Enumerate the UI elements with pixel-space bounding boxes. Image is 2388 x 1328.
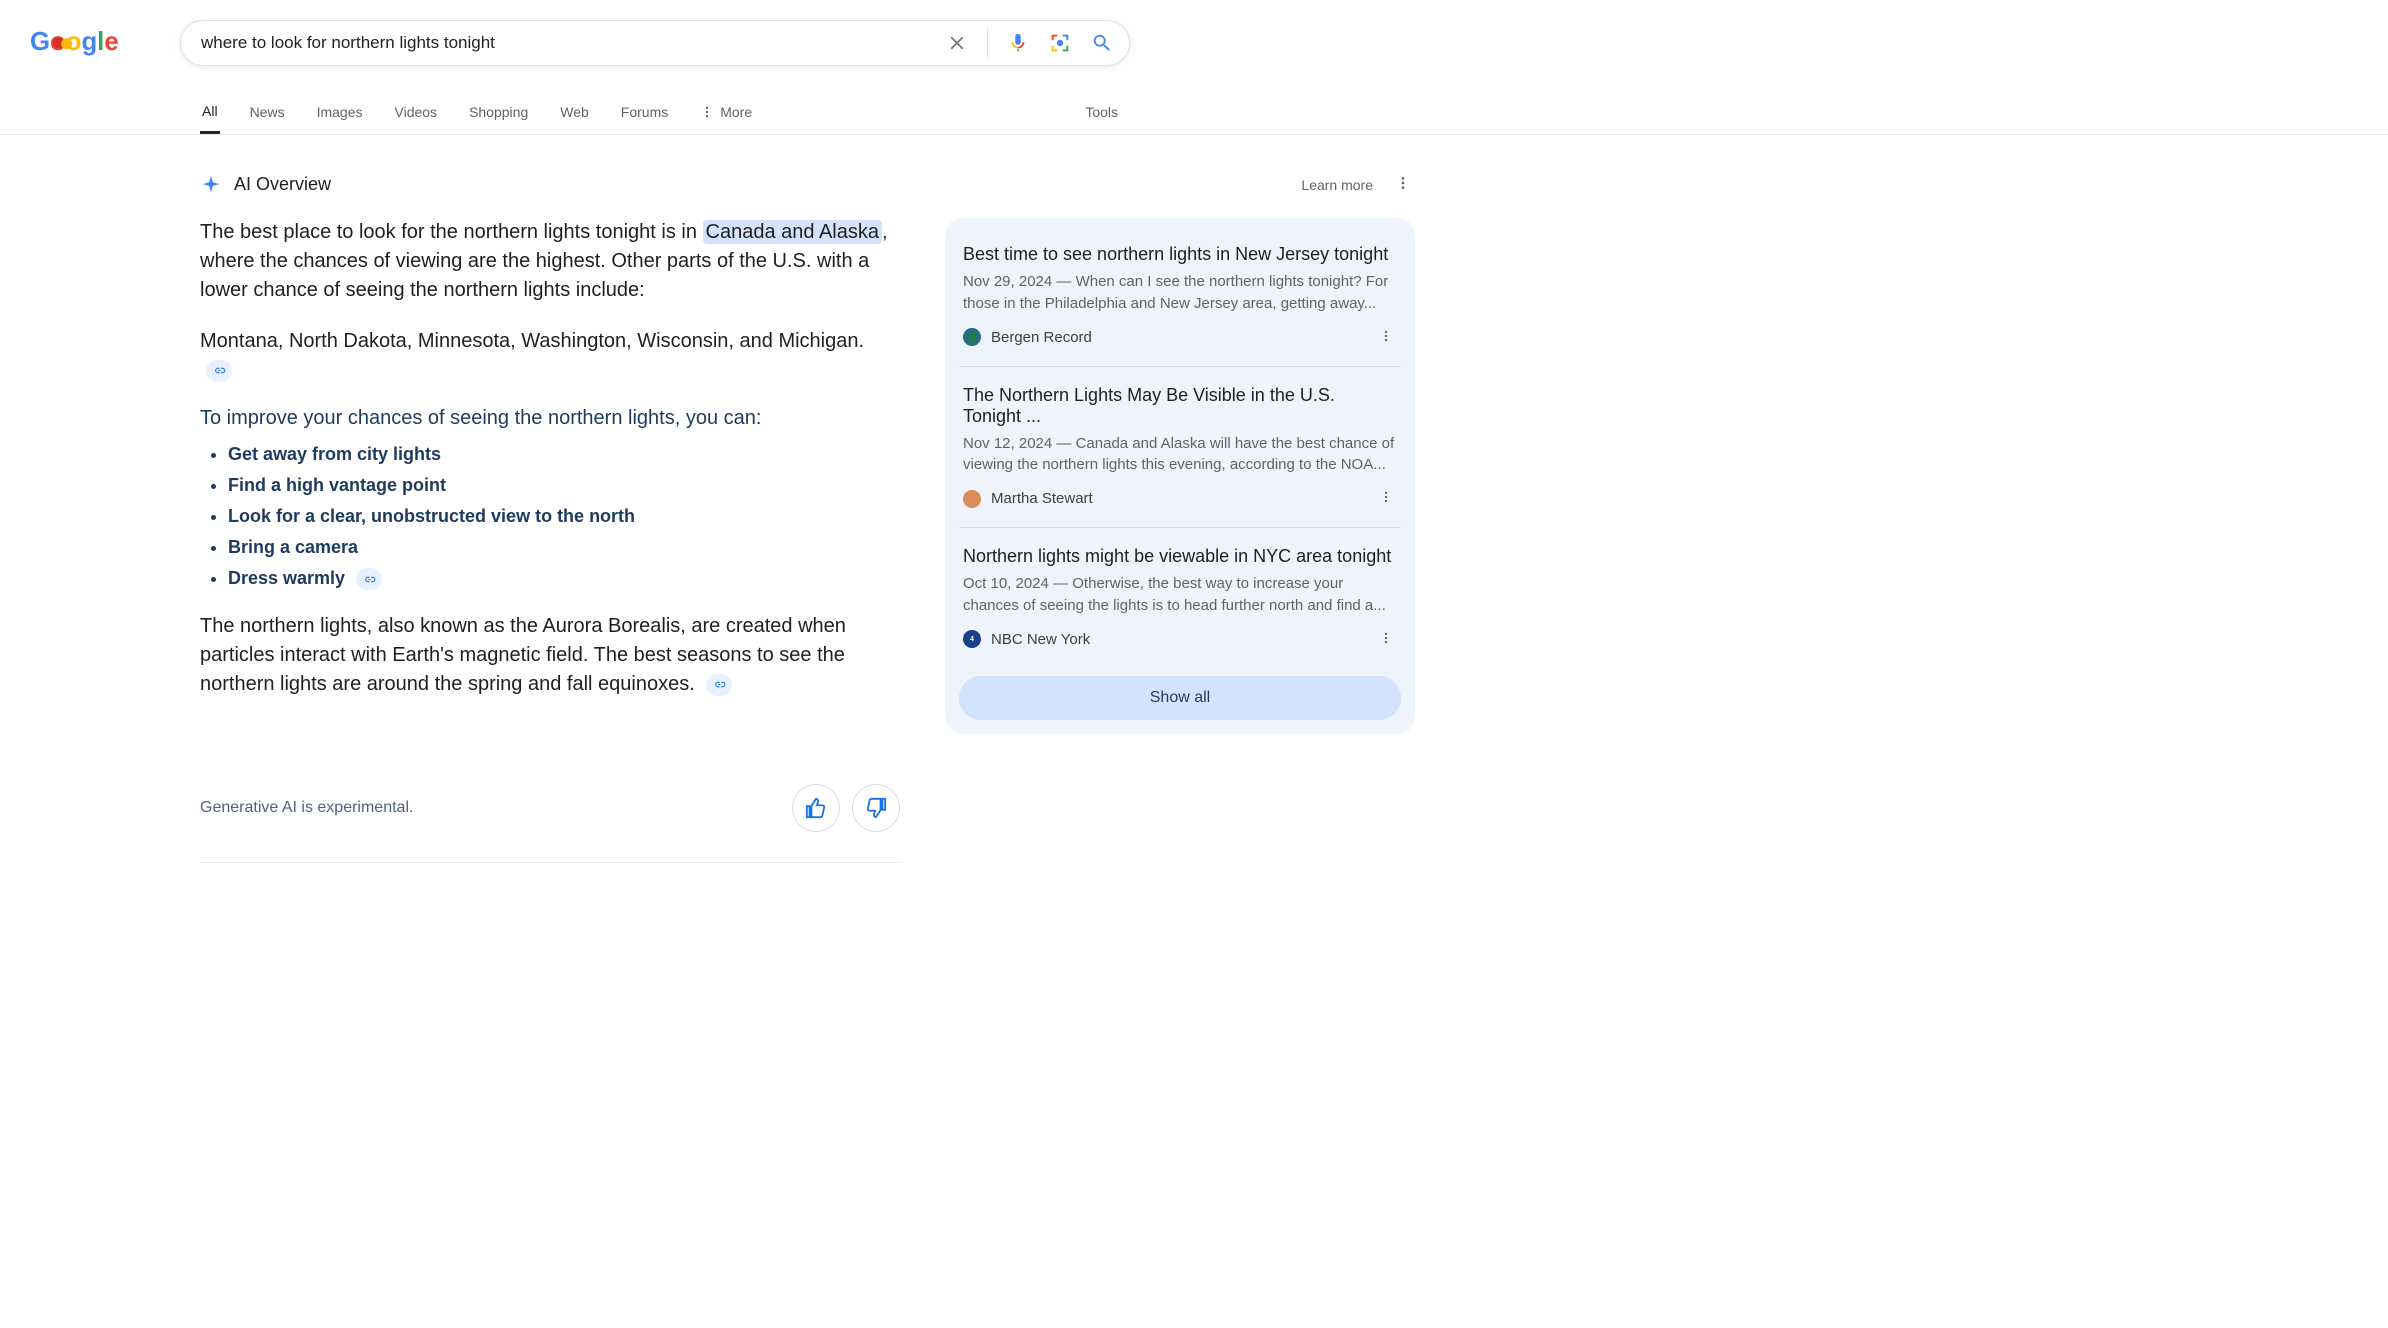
thumbs-down-button[interactable] bbox=[852, 784, 900, 832]
tab-web[interactable]: Web bbox=[558, 90, 591, 134]
lens-icon[interactable] bbox=[1048, 31, 1072, 55]
tab-news[interactable]: News bbox=[248, 90, 287, 134]
overview-paragraph-1: The best place to look for the northern … bbox=[200, 218, 900, 305]
clear-icon[interactable] bbox=[945, 31, 969, 55]
learn-more-link[interactable]: Learn more bbox=[1301, 177, 1373, 193]
tab-forums[interactable]: Forums bbox=[619, 90, 670, 134]
tab-all[interactable]: All bbox=[200, 90, 220, 134]
overview-subheading: To improve your chances of seeing the no… bbox=[200, 407, 900, 430]
source-menu-icon[interactable] bbox=[1375, 627, 1397, 652]
tab-more[interactable]: More bbox=[698, 90, 754, 134]
overview-paragraph-3: The northern lights, also known as the A… bbox=[200, 612, 900, 699]
source-snippet: Nov 12, 2024 — Canada and Alaska will ha… bbox=[963, 433, 1397, 477]
citation-chip[interactable] bbox=[356, 568, 382, 590]
source-card[interactable]: The Northern Lights May Be Visible in th… bbox=[959, 379, 1401, 529]
show-all-button[interactable]: Show all bbox=[959, 676, 1401, 720]
ai-overview-body: The best place to look for the northern … bbox=[200, 218, 900, 734]
tools-button[interactable]: Tools bbox=[1083, 90, 1120, 134]
google-logo[interactable]: Google bbox=[30, 25, 130, 61]
source-title[interactable]: Northern lights might be viewable in NYC… bbox=[963, 546, 1397, 567]
ai-overview-label: AI Overview bbox=[234, 174, 331, 195]
tabs: All News Images Videos Shopping Web Foru… bbox=[200, 90, 1120, 134]
source-snippet: Oct 10, 2024 — Otherwise, the best way t… bbox=[963, 573, 1397, 617]
globe-icon bbox=[963, 328, 981, 346]
tab-more-label: More bbox=[720, 104, 752, 120]
source-menu-icon[interactable] bbox=[1375, 325, 1397, 350]
list-item: Find a high vantage point bbox=[228, 475, 900, 496]
source-card[interactable]: Best time to see northern lights in New … bbox=[959, 238, 1401, 367]
svg-text:Google: Google bbox=[30, 28, 119, 56]
tips-list: Get away from city lights Find a high va… bbox=[200, 444, 900, 590]
tab-videos[interactable]: Videos bbox=[393, 90, 440, 134]
thumbs-up-button[interactable] bbox=[792, 784, 840, 832]
tab-images[interactable]: Images bbox=[315, 90, 365, 134]
list-item: Bring a camera bbox=[228, 537, 900, 558]
list-item: Look for a clear, unobstructed view to t… bbox=[228, 506, 900, 527]
list-item: Dress warmly bbox=[228, 568, 900, 590]
source-card[interactable]: Northern lights might be viewable in NYC… bbox=[959, 540, 1401, 668]
source-publisher: Martha Stewart bbox=[991, 490, 1093, 507]
list-item: Get away from city lights bbox=[228, 444, 900, 465]
ai-disclaimer: Generative AI is experimental. bbox=[200, 799, 413, 817]
source-menu-icon[interactable] bbox=[1375, 486, 1397, 511]
source-publisher: NBC New York bbox=[991, 631, 1090, 648]
tab-shopping[interactable]: Shopping bbox=[467, 90, 530, 134]
nbc-icon: 4 bbox=[963, 630, 981, 648]
search-box[interactable] bbox=[180, 20, 1130, 66]
source-title[interactable]: Best time to see northern lights in New … bbox=[963, 244, 1397, 265]
citation-chip[interactable] bbox=[706, 674, 732, 696]
divider bbox=[987, 29, 988, 57]
highlight-location: Canada and Alaska bbox=[703, 220, 882, 244]
avatar-icon bbox=[963, 490, 981, 508]
search-icon[interactable] bbox=[1090, 31, 1114, 55]
sparkle-icon bbox=[200, 174, 222, 196]
search-input[interactable] bbox=[201, 33, 945, 53]
mic-icon[interactable] bbox=[1006, 31, 1030, 55]
sources-panel: Best time to see northern lights in New … bbox=[945, 218, 1415, 734]
overview-menu-icon[interactable] bbox=[1391, 171, 1415, 198]
source-publisher: Bergen Record bbox=[991, 329, 1092, 346]
citation-chip[interactable] bbox=[206, 360, 232, 382]
overview-paragraph-2: Montana, North Dakota, Minnesota, Washin… bbox=[200, 327, 900, 385]
source-snippet: Nov 29, 2024 — When can I see the northe… bbox=[963, 271, 1397, 315]
source-title[interactable]: The Northern Lights May Be Visible in th… bbox=[963, 385, 1397, 427]
